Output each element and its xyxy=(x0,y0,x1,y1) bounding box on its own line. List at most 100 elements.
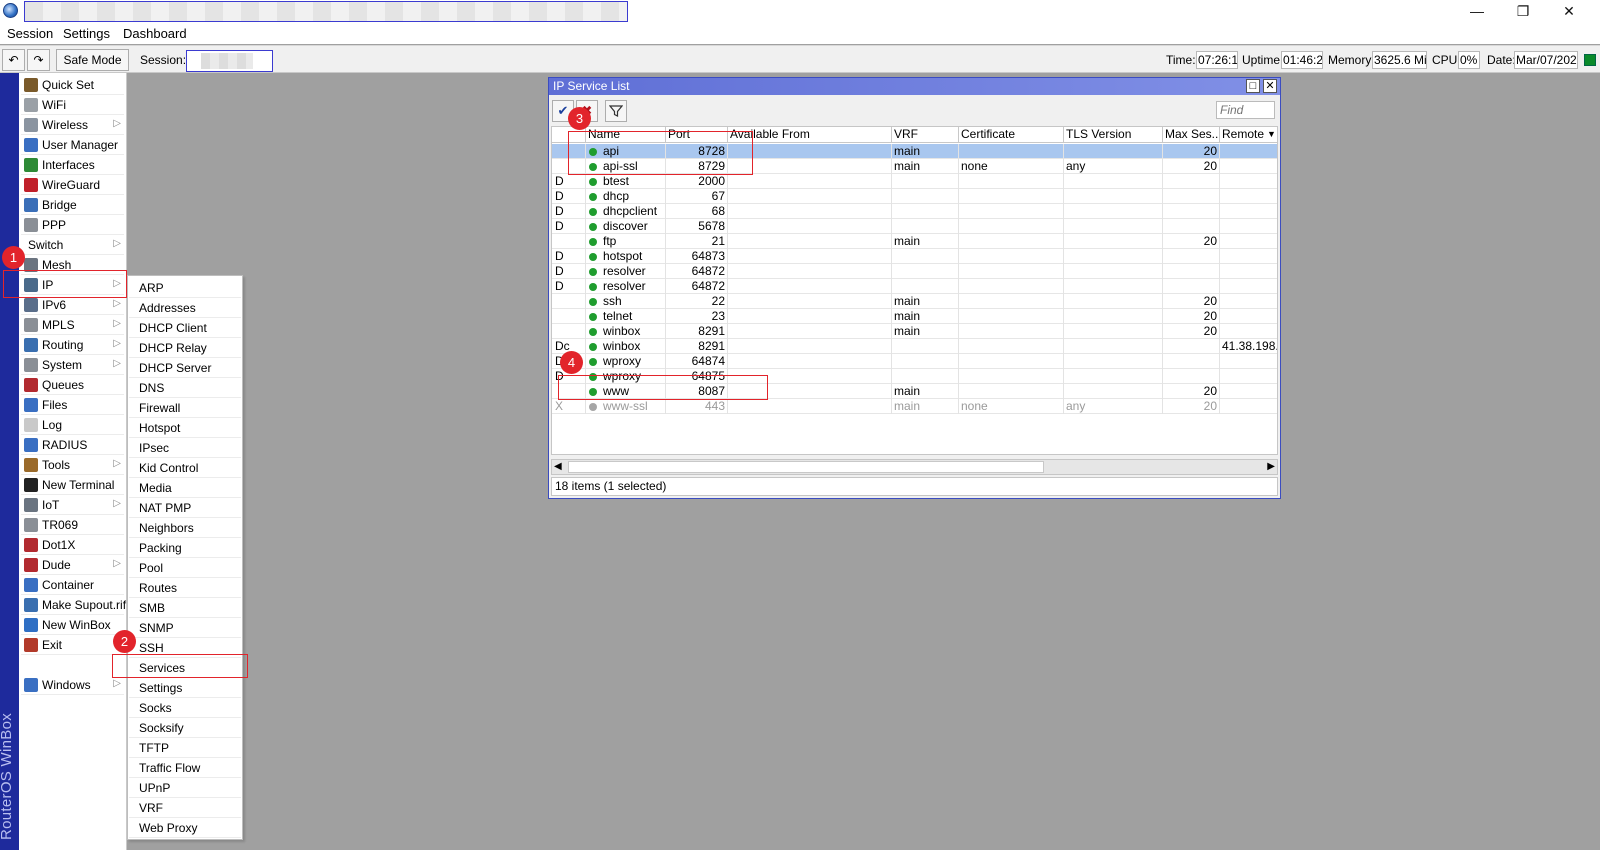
find-input[interactable] xyxy=(1216,101,1275,119)
column-header-certificate[interactable]: Certificate xyxy=(959,127,1064,143)
side-menu-item-ppp[interactable]: PPP xyxy=(21,215,124,235)
side-menu-item-routing[interactable]: Routing ▷ xyxy=(21,335,124,355)
cell-cert: none xyxy=(959,399,1064,414)
window-maximize-button[interactable]: □ xyxy=(1246,79,1260,93)
ip-submenu-item-ipsec[interactable]: IPsec xyxy=(129,438,241,458)
service-status-icon xyxy=(589,343,597,351)
table-row[interactable]: Ddiscover 5678 xyxy=(552,219,1277,234)
table-row[interactable]: ftp 21 main 20 xyxy=(552,234,1277,249)
ip-submenu-item-dhcp-server[interactable]: DHCP Server xyxy=(129,358,241,378)
table-row[interactable]: Dcwinbox829141.38.198.5 xyxy=(552,339,1277,354)
ip-submenu-item-packing[interactable]: Packing xyxy=(129,538,241,558)
side-menu-item-tools[interactable]: Tools ▷ xyxy=(21,455,124,475)
column-header-vrf[interactable]: VRF xyxy=(892,127,959,143)
side-menu-item-radius[interactable]: RADIUS xyxy=(21,435,124,455)
table-row[interactable]: winbox 8291 main 20 xyxy=(552,324,1277,339)
menu-session[interactable]: Session xyxy=(7,26,53,41)
menu-dashboard[interactable]: Dashboard xyxy=(123,26,187,41)
close-button[interactable]: ✕ xyxy=(1546,0,1592,23)
ip-submenu-item-web-proxy[interactable]: Web Proxy xyxy=(129,818,241,838)
table-row[interactable]: Dbtest 2000 xyxy=(552,174,1277,189)
side-menu-item-windows[interactable]: Windows ▷ xyxy=(21,675,124,695)
ip-submenu-item-upnp[interactable]: UPnP xyxy=(129,778,241,798)
side-menu-item-dude[interactable]: Dude ▷ xyxy=(21,555,124,575)
table-row[interactable]: telnet 23 main 20 xyxy=(552,309,1277,324)
table-row[interactable]: Dhotspot 64873 xyxy=(552,249,1277,264)
table-row[interactable]: Dresolver 64872 xyxy=(552,264,1277,279)
table-row[interactable]: Ddhcpclient 68 xyxy=(552,204,1277,219)
ip-submenu-item-socksify[interactable]: Socksify xyxy=(129,718,241,738)
ip-submenu-item-dhcp-relay[interactable]: DHCP Relay xyxy=(129,338,241,358)
scroll-right-icon[interactable]: ▶ xyxy=(1267,460,1275,474)
side-menu-item-wireguard[interactable]: WireGuard xyxy=(21,175,124,195)
cell-cert xyxy=(959,279,1064,294)
side-menu-item-quick-set[interactable]: Quick Set xyxy=(21,75,124,95)
column-header-max-ses[interactable]: Max Ses... xyxy=(1163,127,1220,143)
side-menu-item-log[interactable]: Log xyxy=(21,415,124,435)
side-menu-item-tr069[interactable]: TR069 xyxy=(21,515,124,535)
ip-submenu-item-firewall[interactable]: Firewall xyxy=(129,398,241,418)
side-menu-item-bridge[interactable]: Bridge xyxy=(21,195,124,215)
side-menu-item-interfaces[interactable]: Interfaces xyxy=(21,155,124,175)
ip-submenu-item-smb[interactable]: SMB xyxy=(129,598,241,618)
ip-submenu-item-tftp[interactable]: TFTP xyxy=(129,738,241,758)
scroll-thumb[interactable] xyxy=(568,461,1044,473)
side-menu-item-wireless[interactable]: Wireless ▷ xyxy=(21,115,124,135)
ip-submenu-item-routes[interactable]: Routes xyxy=(129,578,241,598)
minimize-button[interactable]: — xyxy=(1454,0,1500,23)
ip-submenu-item-addresses[interactable]: Addresses xyxy=(129,298,241,318)
horizontal-scrollbar[interactable]: ◀ ▶ xyxy=(551,459,1278,475)
side-menu-item-files[interactable]: Files xyxy=(21,395,124,415)
table-row[interactable]: Ddhcp 67 xyxy=(552,189,1277,204)
ip-submenu-item-traffic-flow[interactable]: Traffic Flow xyxy=(129,758,241,778)
ip-submenu-item-dns[interactable]: DNS xyxy=(129,378,241,398)
ip-submenu-item-media[interactable]: Media xyxy=(129,478,241,498)
window-title[interactable]: IP Service List xyxy=(549,78,1280,95)
side-menu-item-container[interactable]: Container xyxy=(21,575,124,595)
side-menu-item-mpls[interactable]: MPLS ▷ xyxy=(21,315,124,335)
connection-address-box[interactable] xyxy=(24,1,628,22)
side-menu-item-new-winbox[interactable]: New WinBox xyxy=(21,615,124,635)
table-row[interactable]: Dwproxy64874 xyxy=(552,354,1277,369)
side-menu-item-switch[interactable]: Switch ▷ xyxy=(21,235,124,255)
redo-button[interactable]: ↷ xyxy=(27,49,50,71)
ip-submenu-item-dhcp-client[interactable]: DHCP Client xyxy=(129,318,241,338)
undo-button[interactable]: ↶ xyxy=(2,49,25,71)
ip-submenu-item-settings[interactable]: Settings xyxy=(129,678,241,698)
side-menu-item-wifi[interactable]: WiFi xyxy=(21,95,124,115)
table-row[interactable]: ssh 22 main 20 xyxy=(552,294,1277,309)
session-field[interactable] xyxy=(186,50,273,72)
table-row[interactable]: Xwww-ssl 443 main none any 20 xyxy=(552,399,1277,414)
menu-settings[interactable]: Settings xyxy=(63,26,110,41)
cell-tls xyxy=(1064,354,1163,369)
columns-dropdown-icon[interactable]: ▼ xyxy=(1264,127,1277,143)
side-menu-item-make-supout-rif[interactable]: Make Supout.rif xyxy=(21,595,126,615)
window-close-button[interactable]: ✕ xyxy=(1263,79,1277,93)
safe-mode-button[interactable]: Safe Mode xyxy=(56,49,129,71)
side-menu-item-dot1x[interactable]: Dot1X xyxy=(21,535,124,555)
side-menu-item-iot[interactable]: IoT ▷ xyxy=(21,495,124,515)
side-menu-item-user-manager[interactable]: User Manager xyxy=(21,135,124,155)
filter-button[interactable] xyxy=(605,100,627,122)
side-menu-item-exit[interactable]: Exit xyxy=(21,635,124,655)
scroll-left-icon[interactable]: ◀ xyxy=(554,460,562,474)
ip-submenu-item-neighbors[interactable]: Neighbors xyxy=(129,518,241,538)
ip-submenu-item-nat-pmp[interactable]: NAT PMP xyxy=(129,498,241,518)
ip-submenu-item-arp[interactable]: ARP xyxy=(129,278,241,298)
ip-submenu-item-vrf[interactable]: VRF xyxy=(129,798,241,818)
ip-submenu-item-socks[interactable]: Socks xyxy=(129,698,241,718)
column-header-tls-version[interactable]: TLS Version xyxy=(1064,127,1163,143)
ip-submenu-item-kid-control[interactable]: Kid Control xyxy=(129,458,241,478)
ip-submenu-item-pool[interactable]: Pool xyxy=(129,558,241,578)
restore-button[interactable]: ❐ xyxy=(1500,0,1546,23)
side-menu-item-queues[interactable]: Queues xyxy=(21,375,124,395)
ip-submenu-item-hotspot[interactable]: Hotspot xyxy=(129,418,241,438)
side-menu-item-new-terminal[interactable]: New Terminal xyxy=(21,475,124,495)
table-row[interactable]: Dresolver 64872 xyxy=(552,279,1277,294)
side-menu-item-ipv6[interactable]: IPv6 ▷ xyxy=(21,295,124,315)
side-menu-item-system[interactable]: System ▷ xyxy=(21,355,124,375)
service-status-icon xyxy=(589,268,597,276)
side-menu-label: Container xyxy=(42,578,95,592)
ip-submenu-item-snmp[interactable]: SNMP xyxy=(129,618,241,638)
ip-submenu-label: Firewall xyxy=(139,401,181,415)
